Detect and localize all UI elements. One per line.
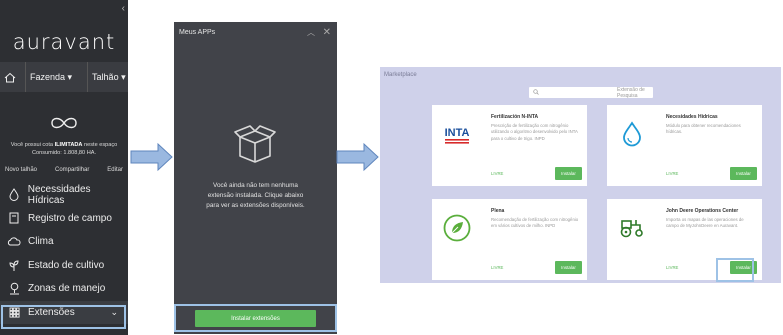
- close-icon[interactable]: ✕: [323, 27, 331, 38]
- my-apps-panel: Meus APPs ︿ ✕ Você ainda não tem nenhuma…: [174, 22, 337, 334]
- marketplace-title: Marketplace: [384, 72, 417, 78]
- app-logo: auravant: [12, 30, 116, 54]
- card-description: Importa os mapas de las operaciones de c…: [666, 217, 744, 229]
- search-input[interactable]: Extensão de Pesquisa: [529, 87, 653, 99]
- card-description: Prescrição de fertilização com nitrogêni…: [491, 123, 578, 141]
- install-john-deere-highlight: [716, 258, 754, 282]
- plena-leaf-icon: [442, 213, 472, 243]
- sidebar: ‹ auravant Fazenda ▾ Talhão ▾ Você possu…: [0, 0, 128, 335]
- package-box-icon: [234, 125, 276, 163]
- collapse-sidebar-icon[interactable]: ‹: [122, 3, 125, 14]
- price-label: LIVRE: [666, 265, 679, 270]
- inta-logo: INTA: [442, 119, 472, 149]
- water-drop-icon: [617, 119, 647, 149]
- home-icon[interactable]: [2, 72, 18, 83]
- location-pin-icon: [7, 282, 21, 296]
- sidebar-item-management-zones[interactable]: Zonas de manejo: [0, 277, 128, 301]
- sidebar-item-crop-state[interactable]: Estado de cultivo: [0, 254, 128, 278]
- sidebar-item-weather[interactable]: Clima: [0, 230, 128, 254]
- install-button[interactable]: Instalar: [555, 261, 582, 274]
- arrow-right-icon: [130, 142, 173, 172]
- price-label: LIVRE: [491, 265, 504, 270]
- new-field-link[interactable]: Novo talhão: [5, 167, 37, 173]
- card-title: Necesidades Hídricas: [666, 114, 718, 120]
- extension-card: Plena Recomendação de fertilização com n…: [432, 199, 587, 280]
- card-title: Plena: [491, 208, 505, 214]
- my-apps-header: Meus APPs ︿ ✕: [174, 22, 337, 42]
- marketplace-panel: Marketplace Extensão de Pesquisa INTA Fe…: [380, 67, 781, 283]
- extension-card: INTA Fertilización N-INTA Prescrição de …: [432, 105, 587, 186]
- farm-selector[interactable]: Fazenda ▾: [30, 72, 72, 83]
- my-apps-title: Meus APPs: [179, 28, 216, 36]
- price-label: LIVRE: [666, 171, 679, 176]
- empty-state-text: Você ainda não tem nenhuma extensão inst…: [206, 182, 305, 209]
- water-drop-icon: [7, 188, 21, 202]
- search-icon: [533, 88, 539, 97]
- cloud-icon: [7, 235, 21, 249]
- arrow-right-icon: [336, 142, 379, 172]
- infinity-icon: [0, 110, 128, 136]
- svg-text:INTA: INTA: [445, 127, 470, 139]
- edit-link[interactable]: Editar: [107, 167, 123, 173]
- card-description: Recomendação de fertilização com nitrogê…: [491, 217, 579, 229]
- card-description: Módulo para obtener recomendaciones hídr…: [666, 123, 741, 135]
- quota-info: Você possui cota ILIMITADA neste espaço …: [10, 142, 118, 156]
- share-link[interactable]: Compartilhar: [55, 167, 89, 173]
- tractor-icon: [617, 213, 647, 243]
- extension-card: Necesidades Hídricas Módulo para obtener…: [607, 105, 762, 186]
- install-button[interactable]: Instalar: [730, 167, 757, 180]
- card-title: John Deere Operations Center: [666, 208, 739, 214]
- sidebar-menu: Necessidades Hídricas Registro de campo …: [0, 183, 128, 324]
- crop-state-icon: [7, 258, 21, 272]
- price-label: LIVRE: [491, 171, 504, 176]
- field-record-icon: [7, 211, 21, 225]
- breadcrumb: Fazenda ▾ Talhão ▾: [0, 62, 128, 92]
- install-button[interactable]: Instalar: [555, 167, 582, 180]
- install-extensions-button[interactable]: Instalar extensões: [195, 310, 316, 327]
- field-selector[interactable]: Talhão ▾: [92, 72, 126, 83]
- extensions-highlight: [1, 305, 126, 329]
- sidebar-item-field-record[interactable]: Registro de campo: [0, 207, 128, 231]
- chevron-up-icon[interactable]: ︿: [307, 27, 315, 38]
- card-title: Fertilización N-INTA: [491, 114, 539, 120]
- sidebar-item-water-needs[interactable]: Necessidades Hídricas: [0, 183, 128, 207]
